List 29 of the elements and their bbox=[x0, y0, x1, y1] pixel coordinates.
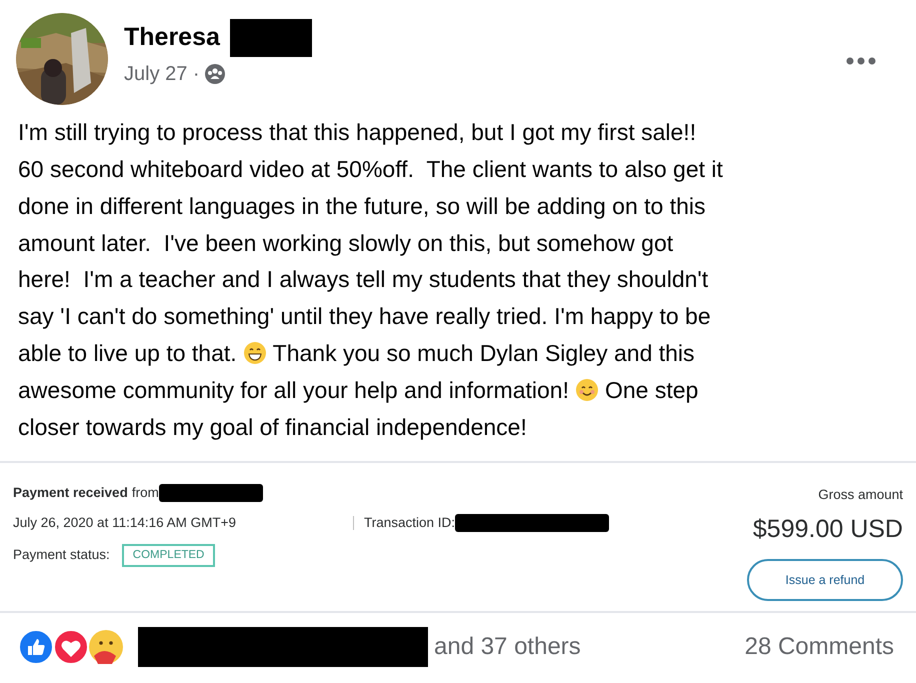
grinning-face-icon bbox=[242, 341, 267, 366]
post-text: able to live up to that. bbox=[18, 338, 237, 368]
group-icon bbox=[204, 63, 226, 85]
refund-button[interactable]: Issue a refund bbox=[747, 558, 903, 601]
status-badge: COMPLETED bbox=[122, 544, 216, 567]
status-label: Payment status: bbox=[13, 546, 110, 564]
post-text: here! I'm a teacher and I always tell my students that they shouldn't bbox=[18, 265, 708, 294]
reactions-count[interactable]: and 37 others bbox=[434, 629, 581, 666]
post-text: Thank you so much Dylan Sigley and this bbox=[272, 338, 695, 368]
payment-title: Payment received bbox=[13, 484, 128, 502]
post-text: say 'I can't do something' until they have really tried. I'm happy to be bbox=[18, 302, 711, 332]
smiling-face-icon bbox=[574, 378, 599, 402]
post-text: done in different languages in the future, so will be adding on to this bbox=[18, 192, 706, 221]
post-text: amount later. I've been working slowly on this, but somehow got bbox=[18, 228, 674, 258]
transaction-label: Transaction ID: bbox=[364, 514, 456, 532]
reactions-icon[interactable] bbox=[18, 628, 126, 666]
post-text: I'm still trying to process that this happened, but I got my first sale!! bbox=[18, 118, 696, 148]
post-text: closer towards my goal of financial independence! bbox=[18, 412, 527, 442]
more-options-icon[interactable] bbox=[846, 57, 876, 65]
gross-amount-label: Gross amount bbox=[818, 486, 903, 504]
author-name[interactable]: Theresa bbox=[124, 19, 220, 57]
comments-count[interactable]: 28 Comments bbox=[744, 629, 894, 666]
gross-amount: $599.00 USD bbox=[752, 514, 903, 546]
post-text: One step bbox=[604, 376, 698, 405]
payment-from: from bbox=[132, 484, 159, 502]
post-date[interactable]: July 27 · bbox=[124, 59, 200, 89]
payment-datetime: July 26, 2020 at 11:14:16 AM GMT+9 bbox=[13, 514, 238, 532]
post-text: 60 second whiteboard video at 50%off. The client wants to also get it bbox=[18, 154, 723, 184]
post-text: awesome community for all your help and information! bbox=[18, 376, 569, 405]
